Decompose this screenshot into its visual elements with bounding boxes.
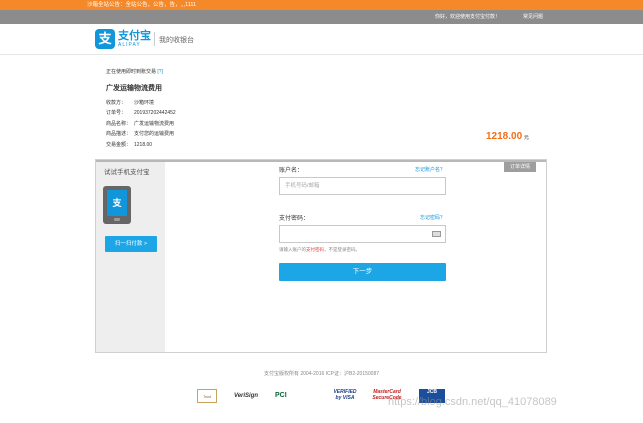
trust-badge-icon: Trust [197,389,217,403]
page-title: 我的收银台 [159,37,194,44]
account-placeholder: 手机号码/邮箱 [285,183,320,189]
scan-to-pay-button[interactable]: 扫一扫付款 > [105,236,157,252]
alipay-app-icon: 支 [107,190,127,216]
phone-icon: 支 [103,186,131,224]
help-link[interactable]: [?] [157,69,163,75]
announcement-text: 沙箱全站公告：全站公告，公告，告，,,,1111 [87,2,197,8]
forgot-password-link[interactable]: 忘记密码？ [420,214,445,221]
mobile-pay-sidebar: 试试手机支付宝 支 扫一扫付款 > [96,162,165,352]
verified-by-visa-badge-icon: VERIFIED by VISA [333,389,357,401]
header-divider [154,32,155,46]
logo-text: 支付宝 ALIPAY [118,30,151,48]
keyboard-icon[interactable] [432,231,441,237]
pci-badge-icon: PCI [275,392,287,399]
verisign-badge-icon: VeriSign [233,393,259,399]
order-title: 广发运输物流费用 [106,85,162,92]
account-input[interactable]: 手机号码/邮箱 [279,177,446,195]
phone-home-button [114,218,120,221]
top-bar: 你好，欢迎使用支付宝付款！ 常见问题 [0,10,643,24]
order-row: 商品描述： 支付您的运输费用 [106,131,175,137]
order-details-tab[interactable]: 订单详情 [504,162,536,172]
order-row: 交易金额： 1218.00 [106,142,153,148]
greeting-text: 你好，欢迎使用支付宝付款！ [435,14,501,20]
logo-cn: 支付宝 [118,30,151,42]
alipay-logo-icon: 支 [95,29,115,49]
payment-type-text: 正在使用即时到账交易 [106,69,157,75]
header: 支 支付宝 ALIPAY 我的收银台 [0,24,643,55]
payment-type: 正在使用即时到账交易 [?] [106,68,543,75]
logo-en: ALIPAY [118,42,141,48]
password-label: 支付密码： [279,216,310,222]
amount-unit: 元 [523,135,529,141]
announcement-bar: 沙箱全站公告：全站公告，公告，告，,,,1111 [0,0,643,10]
order-row: 商品名称： 广发运输物流费用 [106,121,175,127]
order-row: 收款方： 沙箱环境 [106,100,155,106]
next-step-button[interactable]: 下一步 [279,263,446,281]
forgot-account-link[interactable]: 忘记账户名？ [415,166,445,173]
password-input[interactable] [279,225,446,243]
password-hint: 请输入账户的支付密码，不是登录密码。 [279,247,360,252]
payment-panel: 订单详情 试试手机支付宝 支 扫一扫付款 > 账户名： 忘记账户名？ 手机号码/… [95,159,547,353]
amount-value: 1218.00 [486,131,523,142]
watermark: https://blog.csdn.net/qq_41078089 [388,396,557,408]
copyright: 支付宝版权所有 2004-2016 ICP证：沪B2-20150087 [263,371,380,377]
mobile-pay-title: 试试手机支付宝 [104,169,150,176]
total-amount: 1218.00 元 [486,131,529,142]
faq-link[interactable]: 常见问题 [523,10,543,24]
account-label: 账户名： [279,168,304,174]
order-summary: 正在使用即时到账交易 [?] 广发运输物流费用 收款方： 沙箱环境 订单号： 201… [106,68,543,148]
order-row: 订单号： 201937202442452 [106,110,176,116]
